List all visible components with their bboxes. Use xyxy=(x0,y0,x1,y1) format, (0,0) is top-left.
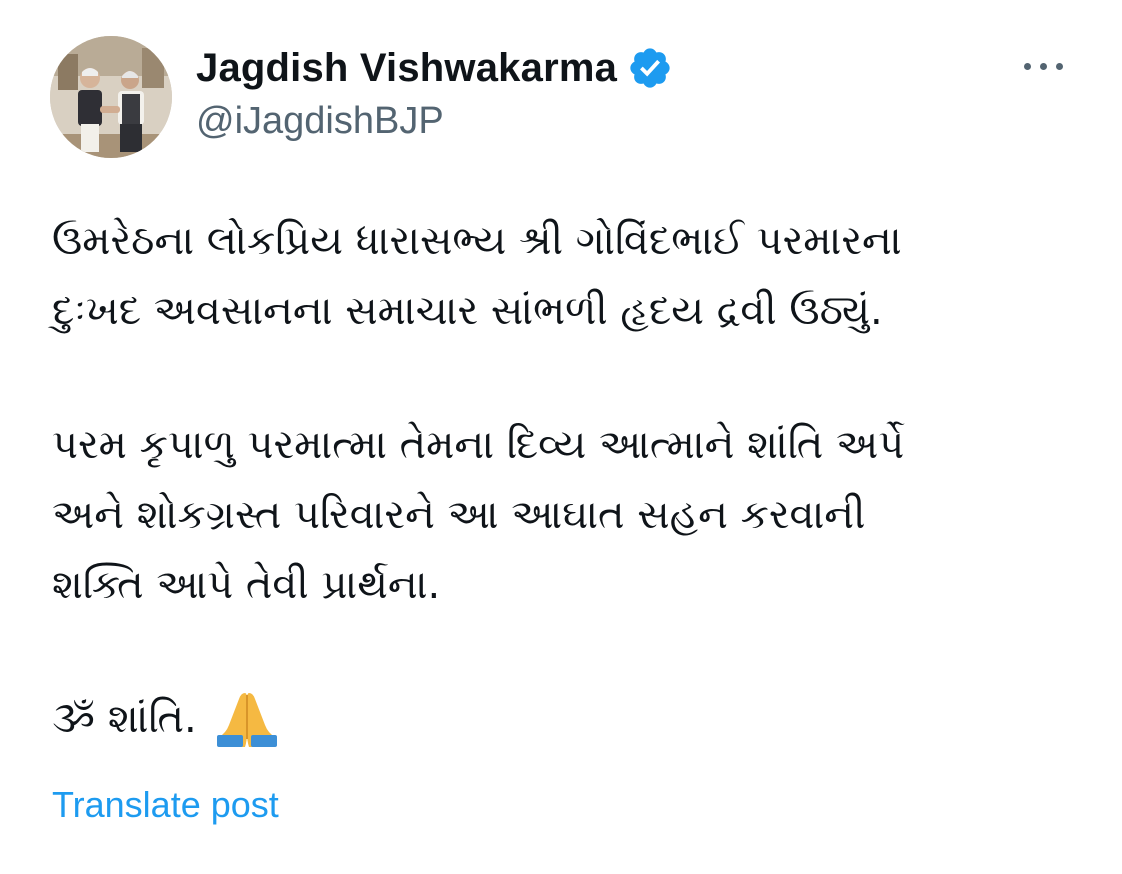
post-closing-line: ૐ શાંતિ. xyxy=(52,684,1102,754)
post-line: શક્તિ આપે તેવી પ્રાર્થના. xyxy=(52,562,441,608)
avatar-photo xyxy=(50,36,172,158)
verified-badge-icon[interactable] xyxy=(627,45,673,91)
post-closing-text: ૐ શાંતિ. xyxy=(52,696,197,742)
author-name-row: Jagdish Vishwakarma xyxy=(196,40,673,96)
post-line: અને શોકગ્રસ્ત પરિવારને આ આઘાત સહન કરવાની xyxy=(52,492,866,538)
post-line: દુઃખદ અવસાનના સમાચાર સાંભળી હૃદય દ્રવી ઉ… xyxy=(52,288,883,334)
author-handle[interactable]: @iJagdishBJP xyxy=(196,100,444,143)
more-horizontal-icon xyxy=(1024,63,1031,70)
post-text: ઉમરેઠના લોકપ્રિય ધારાસભ્ય શ્રી ગોવિંદભાઈ… xyxy=(52,206,1102,754)
author-display-name[interactable]: Jagdish Vishwakarma xyxy=(196,46,617,91)
avatar[interactable] xyxy=(50,36,172,158)
post-line: ઉમરેઠના લોકપ્રિય ધારાસભ્ય શ્રી ગોવિંદભાઈ… xyxy=(52,218,902,264)
more-dot xyxy=(1056,63,1063,70)
post-line: પરમ કૃપાળુ પરમાત્મા તેમના દિવ્ય આત્માને … xyxy=(52,422,905,468)
tweet-card: Jagdish Vishwakarma @iJagdishBJP ઉમરેઠના… xyxy=(0,0,1122,874)
folded-hands-icon xyxy=(215,689,279,749)
more-dot xyxy=(1040,63,1047,70)
more-options-button[interactable] xyxy=(1020,52,1068,82)
translate-post-link[interactable]: Translate post xyxy=(52,784,279,826)
